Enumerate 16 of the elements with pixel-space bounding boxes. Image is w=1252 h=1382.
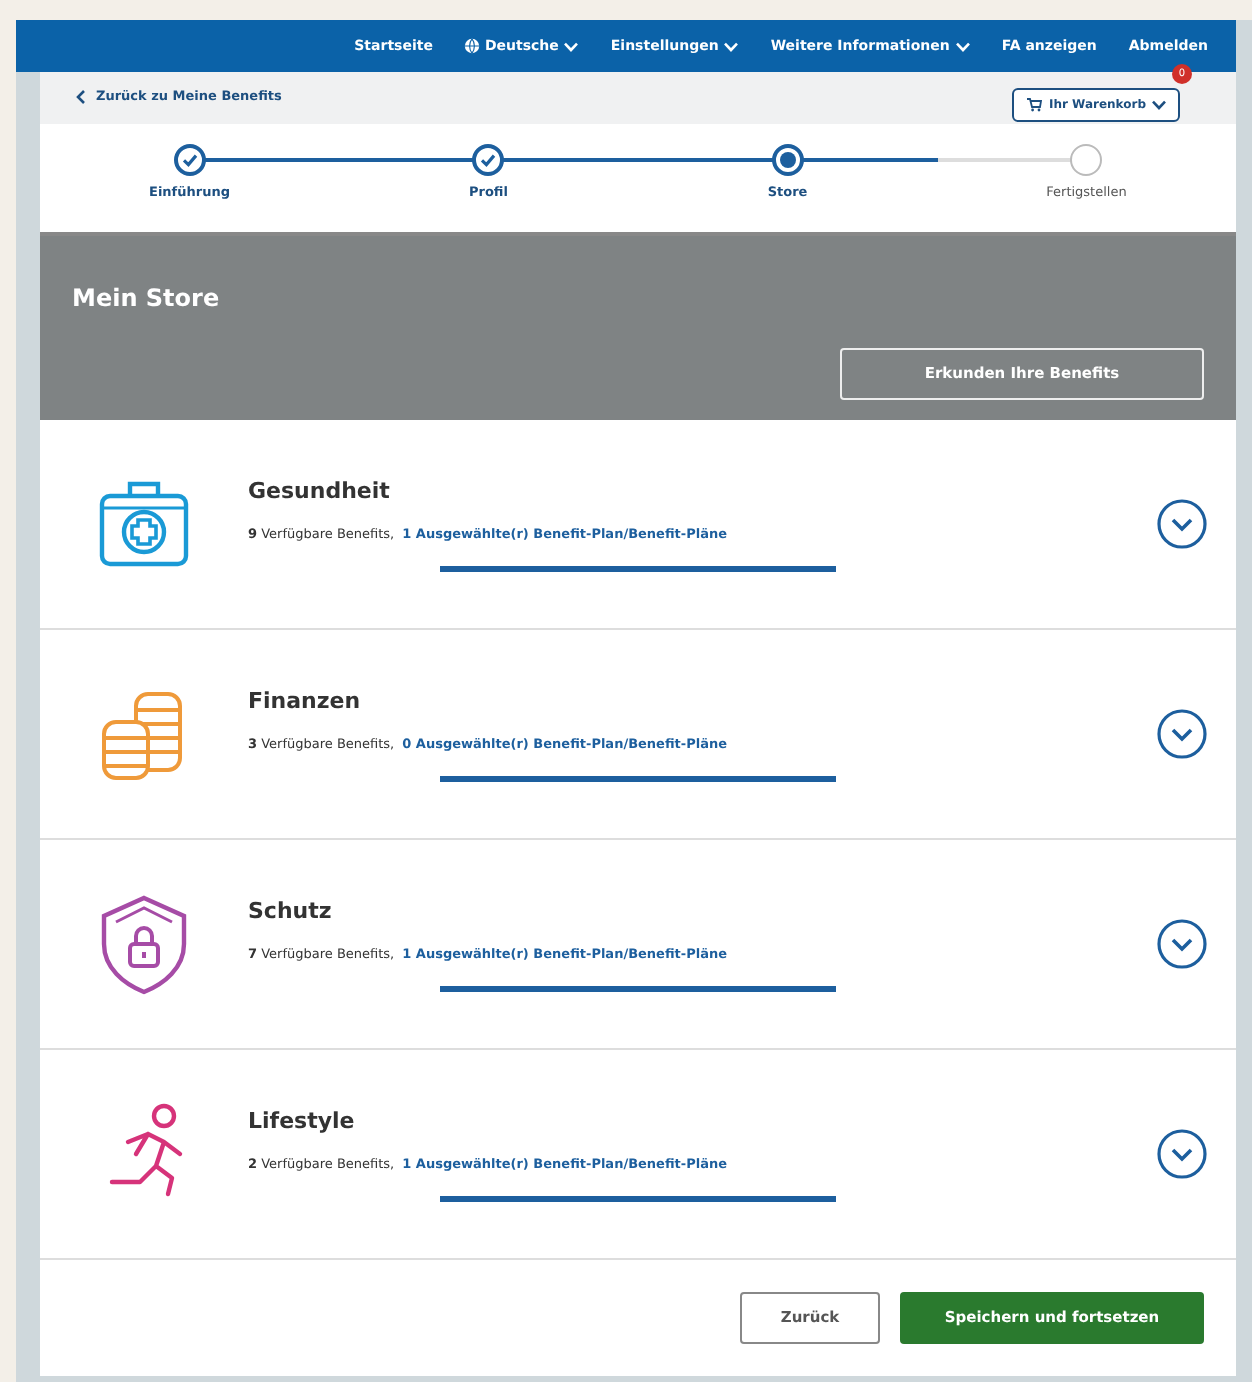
category-title: Gesundheit bbox=[248, 476, 392, 509]
caret-icon bbox=[724, 41, 739, 51]
caret-icon bbox=[564, 41, 579, 51]
expand-button[interactable] bbox=[1156, 498, 1208, 550]
expand-button[interactable] bbox=[1156, 1128, 1208, 1180]
category-title: Schutz bbox=[248, 896, 334, 929]
globe-icon bbox=[464, 38, 481, 54]
cart-icon bbox=[1026, 97, 1043, 112]
category-title: Lifestyle bbox=[248, 1106, 357, 1139]
expand-button[interactable] bbox=[1156, 918, 1208, 970]
category-title: Finanzen bbox=[248, 686, 363, 719]
page-title: Mein Store bbox=[72, 282, 222, 316]
caret-icon bbox=[955, 41, 970, 51]
back-chevron-icon bbox=[76, 89, 86, 104]
caret-icon bbox=[1152, 99, 1166, 110]
expand-button[interactable] bbox=[1156, 708, 1208, 760]
